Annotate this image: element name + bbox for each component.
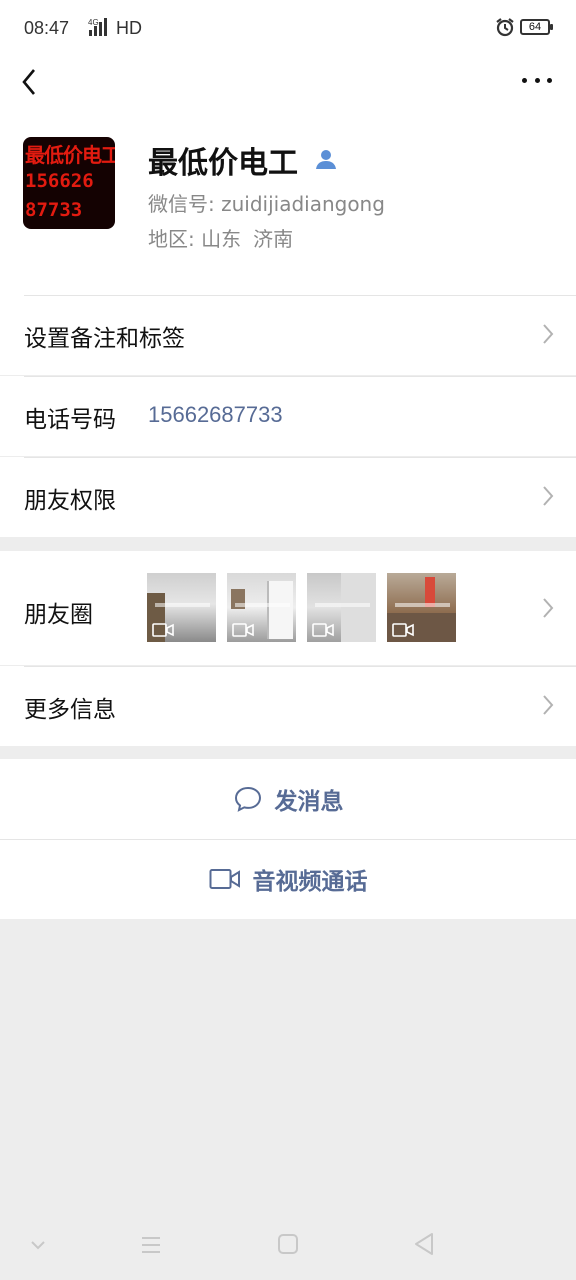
moments-label: 朋友圈 <box>24 602 93 628</box>
status-time: 08:47 <box>24 18 70 38</box>
home-square-icon <box>278 1234 298 1254</box>
video-icon <box>392 623 414 637</box>
avatar-text-line: 156626 <box>25 170 94 192</box>
moments-thumbnail <box>227 573 296 642</box>
contact-name: 最低价电工 <box>148 146 298 181</box>
permissions-label: 朋友权限 <box>24 488 116 514</box>
more-options-button[interactable] <box>522 66 552 94</box>
divider <box>24 376 576 377</box>
chevron-right-icon <box>543 486 554 506</box>
chevron-right-icon <box>543 598 554 618</box>
hd-indicator: HD <box>116 18 142 38</box>
dot-icon <box>522 77 527 83</box>
home-nav-button[interactable] <box>277 1233 299 1259</box>
profile-header: 最低价电工 156626 87733 最低价电工 微信号: zuidijiadi… <box>0 102 576 295</box>
menu-icon <box>142 1237 160 1253</box>
chat-bubble-icon <box>234 786 261 812</box>
dot-icon <box>547 77 552 83</box>
wechat-id: 微信号: zuidijiadiangong <box>148 192 385 216</box>
send-message-label: 发消息 <box>274 789 344 815</box>
moments-thumbnail <box>147 573 216 642</box>
friend-permissions-row[interactable]: 朋友权限 <box>0 457 576 537</box>
remark-row[interactable]: 设置备注和标签 <box>0 295 576 375</box>
dot-icon <box>534 77 540 83</box>
video-call-button[interactable]: 音视频通话 <box>0 839 576 919</box>
chevron-right-icon <box>543 324 554 344</box>
moments-thumbnail <box>387 573 456 642</box>
network-type: 4G <box>88 18 99 27</box>
status-bar: 08:47 4G HD 64 <box>0 0 576 58</box>
signal-icon: 4G <box>86 16 110 38</box>
video-icon <box>152 623 174 637</box>
battery-level: 64 <box>528 21 542 33</box>
region-label: 地区: 山东 <box>148 227 242 251</box>
collapse-nav-button[interactable] <box>30 1236 46 1255</box>
divider <box>24 457 576 458</box>
back-nav-button[interactable] <box>413 1232 435 1260</box>
remark-label: 设置备注和标签 <box>24 326 185 352</box>
contact-person-icon <box>314 148 338 174</box>
menu-nav-button[interactable] <box>140 1234 162 1260</box>
nav-bar <box>0 58 576 102</box>
chevron-right-icon <box>543 695 554 715</box>
video-icon <box>312 623 334 637</box>
moments-thumbnail <box>307 573 376 642</box>
avatar[interactable]: 最低价电工 156626 87733 <box>23 137 115 229</box>
moments-row[interactable]: 朋友圈 <box>0 551 576 665</box>
avatar-text-line: 87733 <box>25 199 83 221</box>
back-button[interactable] <box>16 64 46 96</box>
send-message-button[interactable]: 发消息 <box>0 759 576 839</box>
moments-thumbnails <box>147 573 456 642</box>
divider <box>0 839 576 840</box>
video-call-label: 音视频通话 <box>252 869 368 895</box>
more-info-label: 更多信息 <box>24 697 116 723</box>
triangle-back-icon <box>415 1233 433 1255</box>
system-nav-bar <box>0 1212 576 1280</box>
divider <box>24 666 576 667</box>
more-info-row[interactable]: 更多信息 <box>0 666 576 746</box>
phone-number-link[interactable]: 15662687733 <box>148 402 283 428</box>
region: 地区: 山东 济南 <box>148 223 293 252</box>
alarm-icon <box>495 17 515 41</box>
divider <box>24 295 576 296</box>
phone-row: 电话号码 15662687733 <box>0 376 576 456</box>
chevron-down-icon <box>31 1241 45 1250</box>
avatar-text-line: 最低价电工 <box>25 143 115 167</box>
back-arrow-icon <box>22 69 35 95</box>
video-icon <box>232 623 254 637</box>
region-city: 济南 <box>253 227 294 251</box>
battery-icon: 64 <box>520 19 553 35</box>
phone-label: 电话号码 <box>24 407 116 433</box>
video-camera-icon <box>209 869 240 889</box>
